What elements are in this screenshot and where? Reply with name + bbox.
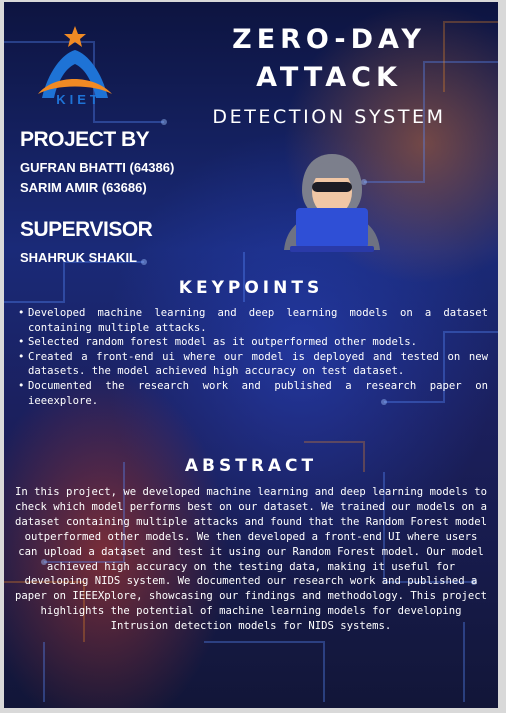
- keypoints-list: Developed machine learning and deep lear…: [16, 306, 488, 408]
- keypoints-heading: KEYPOINTS: [178, 278, 324, 298]
- abstract-text: In this project, we developed machine le…: [15, 486, 487, 633]
- member-name: SARIM AMIR (63686): [20, 180, 147, 195]
- subtitle: DETECTION SYSTEM: [212, 106, 446, 128]
- title-line-2: ATTACK: [256, 62, 402, 93]
- keypoint-item: Documented the research work and publish…: [16, 379, 488, 408]
- abstract-heading: ABSTRACT: [184, 456, 318, 476]
- team-members: GUFRAN BHATTI (64386) SARIM AMIR (63686): [20, 158, 174, 198]
- keypoint-item: Created a front-end ui where our model i…: [16, 350, 488, 379]
- project-heading: PROJECT BY: [20, 128, 150, 151]
- keypoint-item: Developed machine learning and deep lear…: [16, 306, 488, 335]
- poster: KIET ZERO-DAY ATTACK DETECTION SYSTEM PR…: [4, 2, 498, 708]
- keypoint-item: Selected random forest model as it outpe…: [16, 335, 488, 350]
- logo-text: KIET: [56, 92, 102, 107]
- hacker-icon: [284, 154, 380, 252]
- supervisor-name: SHAHRUK SHAKIL: [20, 250, 137, 265]
- supervisor-heading: SUPERVISOR: [20, 218, 153, 241]
- title-line-1: ZERO-DAY: [232, 24, 426, 55]
- member-name: GUFRAN BHATTI (64386): [20, 160, 175, 175]
